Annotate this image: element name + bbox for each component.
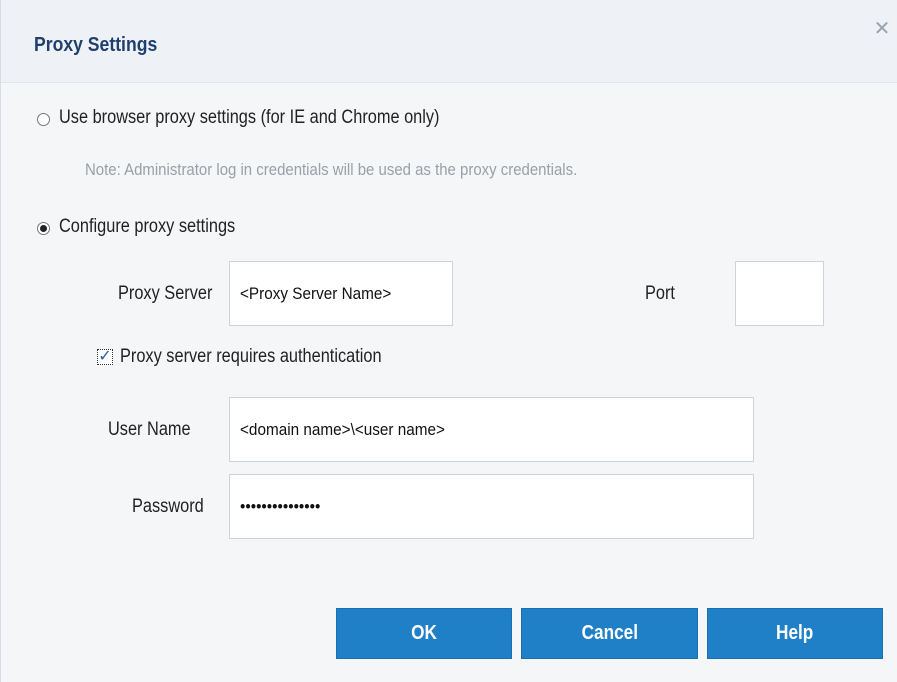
ok-button-label: OK	[411, 622, 437, 644]
password-input[interactable]: •••••••••••••••	[229, 474, 754, 539]
checkmark-icon: ✓	[98, 348, 112, 365]
auth-required-label[interactable]: Proxy server requires authentication	[120, 346, 382, 368]
administrator-credentials-note: Note: Administrator log in credentials w…	[85, 160, 578, 179]
radio-configure-proxy[interactable]	[37, 222, 50, 235]
username-value: <domain name>\<user name>	[240, 419, 445, 439]
password-value: •••••••••••••••	[240, 496, 321, 516]
cancel-button-label: Cancel	[581, 622, 638, 644]
use-browser-proxy-label[interactable]: Use browser proxy settings (for IE and C…	[59, 107, 440, 129]
port-input[interactable]	[735, 261, 824, 326]
proxy-server-label: Proxy Server	[118, 283, 213, 304]
port-label: Port	[645, 283, 675, 304]
configure-proxy-label[interactable]: Configure proxy settings	[59, 216, 235, 238]
password-label: Password	[132, 496, 204, 517]
proxy-server-value: <Proxy Server Name>	[240, 283, 392, 303]
auth-required-checkbox[interactable]: ✓	[97, 348, 113, 365]
radio-selected-dot	[40, 225, 47, 232]
radio-use-browser-proxy[interactable]	[37, 113, 50, 126]
proxy-server-input[interactable]: <Proxy Server Name>	[229, 261, 453, 326]
dialog-titlebar: Proxy Settings ✕	[1, 0, 897, 83]
cancel-button[interactable]: Cancel	[521, 608, 698, 659]
help-button[interactable]: Help	[707, 608, 883, 659]
proxy-settings-dialog: Proxy Settings ✕ Use browser proxy setti…	[0, 0, 897, 682]
username-label: User Name	[108, 419, 191, 440]
dialog-title: Proxy Settings	[34, 34, 158, 56]
ok-button[interactable]: OK	[336, 608, 512, 659]
help-button-label: Help	[776, 622, 814, 644]
username-input[interactable]: <domain name>\<user name>	[229, 397, 754, 462]
close-icon[interactable]: ✕	[873, 19, 891, 39]
